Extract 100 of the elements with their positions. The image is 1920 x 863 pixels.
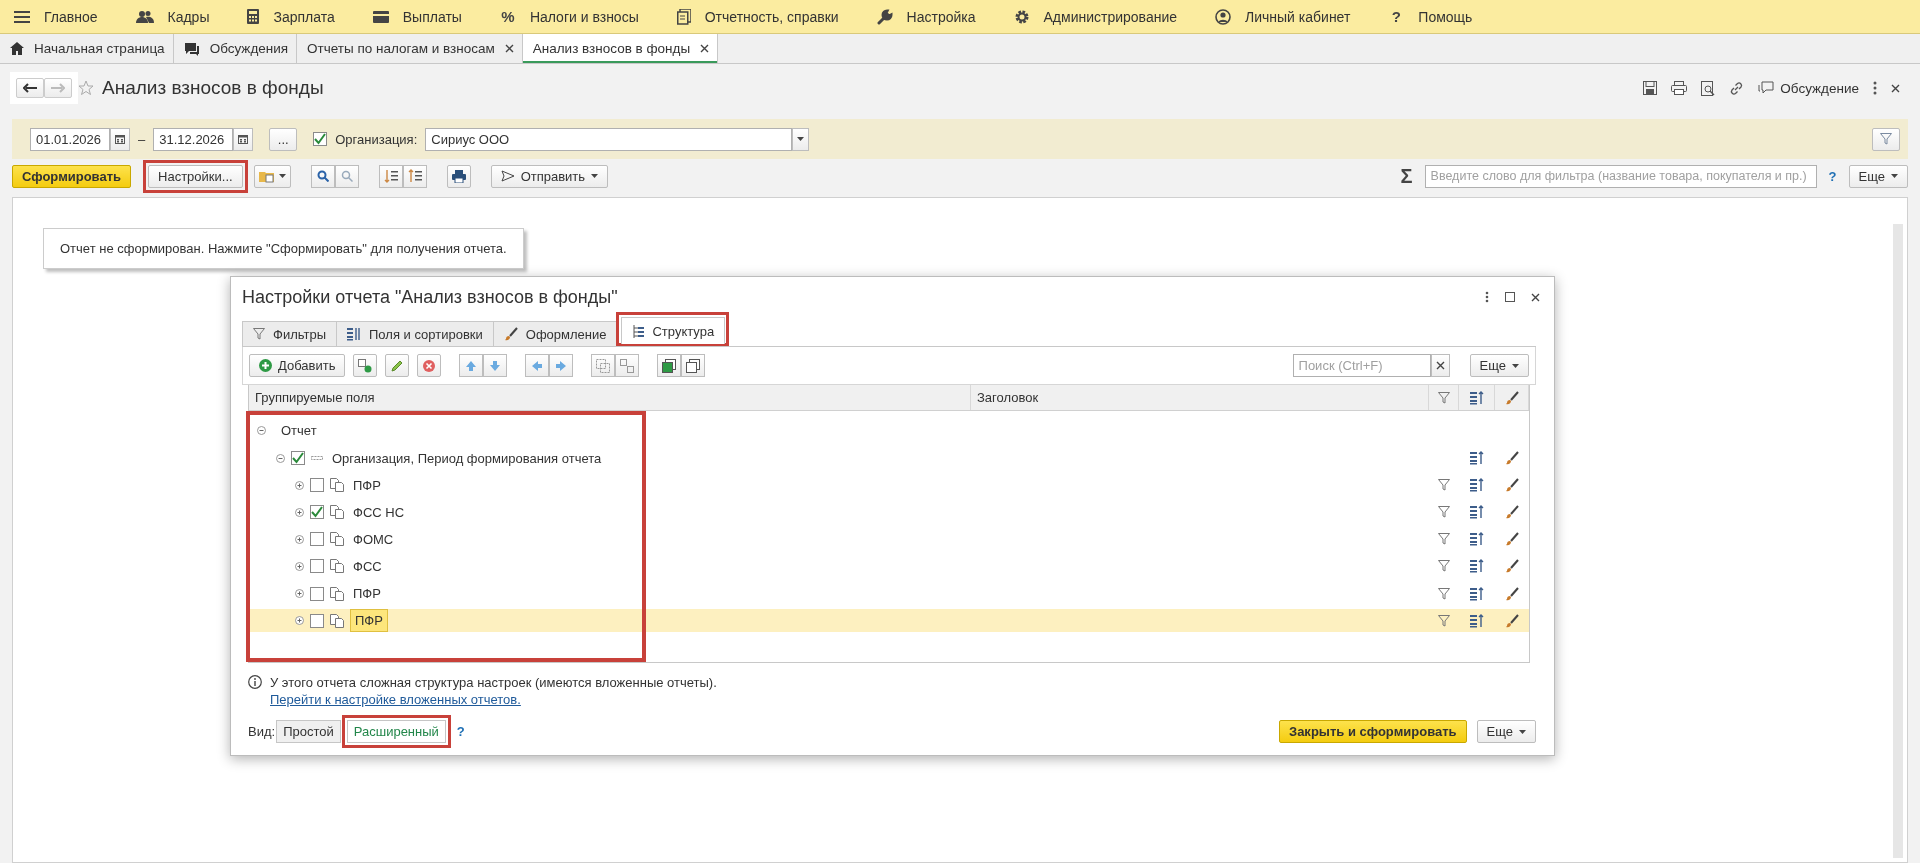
more-button[interactable]: Еще (1476, 720, 1536, 743)
menu-glyph-icon[interactable]: % (499, 8, 516, 25)
settings-button[interactable]: Настройки... (148, 164, 243, 188)
ungroup-button[interactable] (615, 354, 640, 377)
sort-icon (1470, 613, 1484, 628)
row-checkbox[interactable] (310, 559, 324, 574)
view-option[interactable]: Расширенный (346, 720, 446, 743)
info-icon (248, 675, 262, 689)
calculator-icon (247, 9, 260, 24)
date-field[interactable]: 01.01.2026 (30, 127, 110, 151)
expand-icon[interactable] (295, 507, 304, 517)
menu-item[interactable]: Администрирование (1043, 8, 1177, 25)
add-button[interactable]: Добавить (249, 354, 346, 377)
delete-button[interactable] (417, 354, 442, 377)
period-button[interactable]: ... (269, 127, 298, 151)
nested-report-icon (330, 586, 344, 601)
collapse-icon[interactable] (276, 453, 285, 463)
tab[interactable]: Фильтры (242, 321, 337, 346)
edit-button[interactable] (385, 354, 410, 377)
calendar-button[interactable] (110, 127, 130, 151)
more-vertical-icon[interactable] (1485, 291, 1489, 303)
tree-item-label[interactable]: ПФР (350, 475, 384, 495)
back-button[interactable] (16, 78, 44, 98)
date-field[interactable]: 31.12.2026 (153, 127, 234, 151)
tree-item-label[interactable]: Организация, Период формирования отчета (329, 448, 605, 468)
row-checkbox[interactable] (310, 478, 324, 493)
collapse-icon[interactable] (257, 426, 266, 436)
more-button[interactable]: Еще (1848, 164, 1908, 188)
tree-item-label[interactable]: ПФР (350, 609, 388, 633)
tab[interactable]: Поля и сортировки (336, 321, 494, 346)
close-icon[interactable] (1891, 83, 1900, 93)
maximize-icon[interactable] (1505, 292, 1515, 302)
discussion-button[interactable]: Обсуждение (1758, 80, 1859, 96)
menu-item[interactable]: Отчетность, справки (704, 8, 839, 25)
check-all-button[interactable] (657, 354, 682, 377)
expand-groups-button[interactable] (378, 164, 403, 188)
menu-item[interactable]: Главное (44, 8, 98, 25)
collapse-groups-button[interactable] (402, 164, 427, 188)
help-link[interactable]: ? (456, 724, 465, 739)
close-tab-icon[interactable] (700, 44, 710, 53)
group-button[interactable] (591, 354, 616, 377)
expand-icon[interactable] (295, 534, 304, 544)
menu-item[interactable]: Зарплата (273, 8, 335, 25)
close-and-generate-button[interactable]: Закрыть и сформировать (1279, 720, 1467, 743)
link-icon[interactable] (1729, 80, 1745, 96)
expand-icon[interactable] (295, 616, 304, 626)
generate-button[interactable]: Сформировать (12, 164, 132, 188)
nested-settings-link[interactable]: Перейти к настройке вложенных отчетов. (270, 692, 717, 707)
row-checkbox[interactable] (310, 505, 324, 520)
expand-icon[interactable] (295, 561, 304, 571)
more-button[interactable]: Еще (1469, 354, 1529, 377)
expand-icon[interactable] (295, 480, 304, 490)
tab[interactable]: Структура (621, 317, 726, 344)
print-button[interactable] (446, 164, 471, 188)
menu-item[interactable]: Настройка (906, 8, 976, 25)
variants-button[interactable] (253, 164, 291, 188)
expand-icon[interactable] (295, 589, 304, 598)
delete-icon (423, 359, 436, 372)
menu-glyph-icon[interactable]: ? (1388, 8, 1405, 25)
menu-item[interactable]: Кадры (167, 8, 210, 25)
add-child-button[interactable] (353, 354, 378, 377)
filter-button[interactable] (1872, 127, 1900, 151)
date-separator: – (138, 131, 146, 147)
view-option[interactable]: Простой (276, 720, 341, 743)
filter-search-field[interactable]: Введите слово для фильтра (название товара, покупателя и пр.) (1424, 164, 1817, 188)
menu-item[interactable]: Выплаты (402, 8, 462, 25)
calendar-icon (115, 134, 125, 144)
menu-item[interactable]: Налоги и взносы (529, 8, 639, 25)
row-checkbox[interactable] (291, 451, 305, 466)
uncheck-all-button[interactable] (681, 354, 706, 377)
info-text: У этого отчета сложная структура настроек (имеются вложенные отчеты). (270, 675, 717, 690)
clear-icon[interactable] (1435, 361, 1445, 370)
sort-icon (1470, 451, 1484, 466)
tree-item-label[interactable]: Отчет (278, 421, 320, 441)
close-tab-icon[interactable] (504, 44, 514, 53)
tree-item-label[interactable]: ФСС НС (350, 502, 408, 522)
send-button[interactable]: Отправить (490, 164, 609, 188)
tab[interactable]: Анализ взносов в фонды (522, 34, 719, 63)
tab[interactable]: Оформление (492, 321, 618, 346)
help-link[interactable]: ? (1828, 168, 1837, 184)
more-vertical-icon[interactable] (1873, 81, 1877, 95)
caret-icon (591, 174, 599, 178)
find-button[interactable] (310, 164, 335, 188)
row-checkbox[interactable] (310, 613, 324, 628)
menu-item[interactable]: Помощь (1418, 8, 1473, 25)
print-icon[interactable] (1671, 81, 1688, 95)
row-checkbox[interactable] (310, 586, 324, 601)
calendar-button[interactable] (233, 127, 254, 151)
star-icon[interactable] (78, 80, 94, 96)
filter-icon (253, 328, 265, 340)
menu-item[interactable]: Личный кабинет (1245, 8, 1351, 25)
close-icon[interactable] (1531, 292, 1540, 302)
organization-checkbox[interactable] (313, 132, 328, 146)
sum-icon[interactable]: Σ (1400, 164, 1413, 188)
tree-item-label[interactable]: ФОМС (350, 529, 397, 549)
save-icon[interactable] (1643, 81, 1658, 95)
tree-item-label[interactable]: ПФР (350, 584, 384, 603)
preview-icon[interactable] (1701, 80, 1716, 96)
tree-item-label[interactable]: ФСС (350, 556, 385, 576)
row-checkbox[interactable] (310, 532, 324, 547)
